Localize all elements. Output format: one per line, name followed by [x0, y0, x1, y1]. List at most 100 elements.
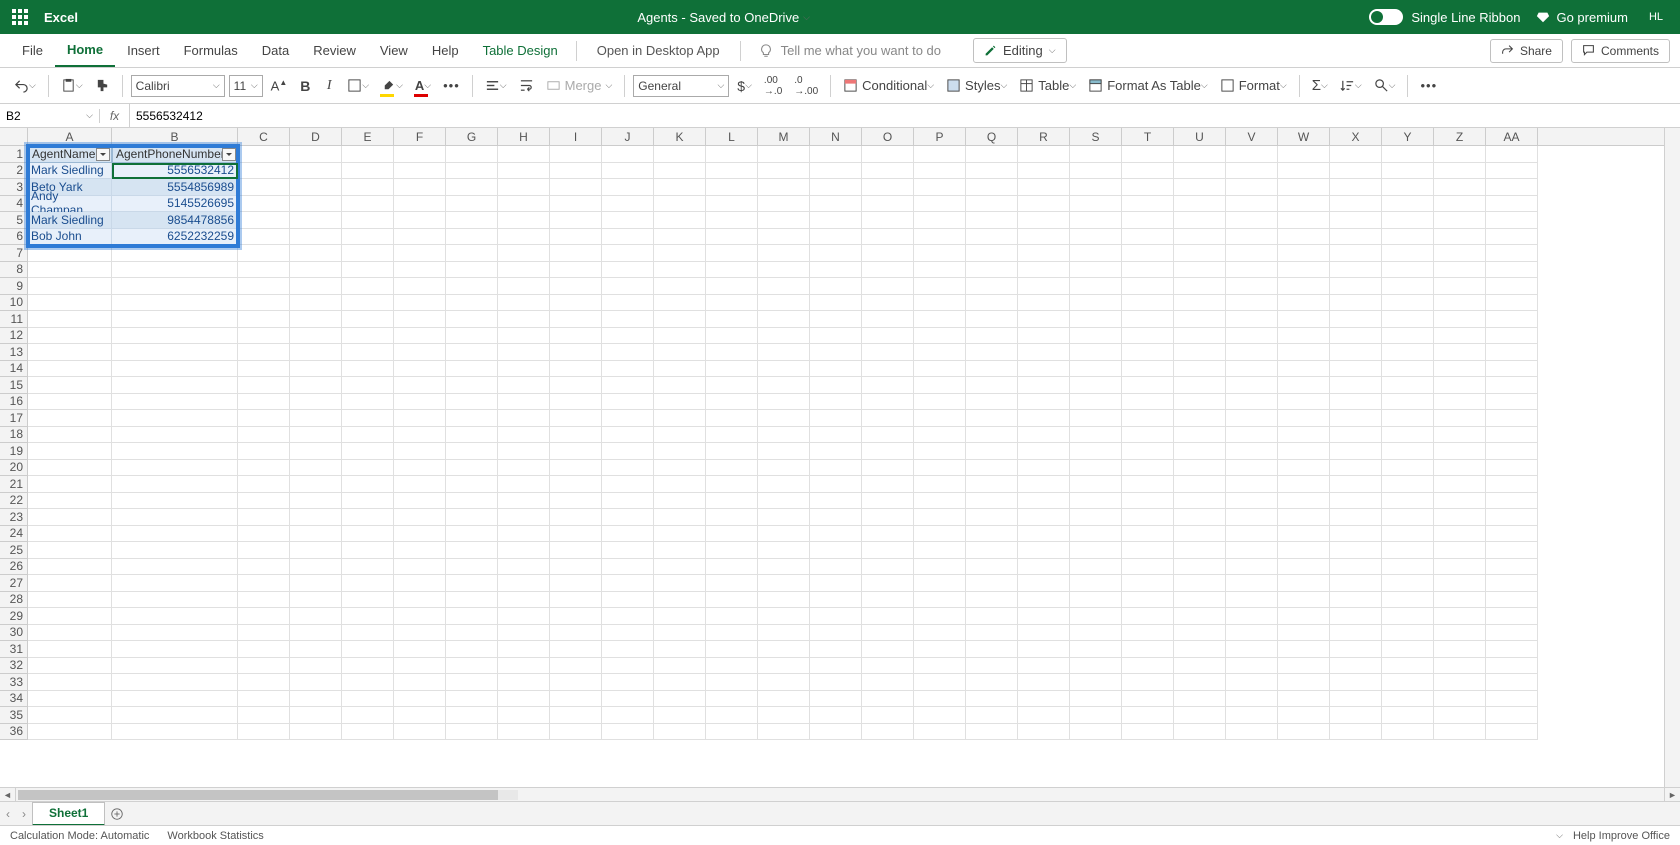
- cell[interactable]: [1122, 361, 1174, 378]
- cell[interactable]: [810, 361, 862, 378]
- cell[interactable]: [1070, 724, 1122, 741]
- cell[interactable]: [1174, 377, 1226, 394]
- cell[interactable]: [862, 674, 914, 691]
- cell[interactable]: [654, 542, 706, 559]
- cell[interactable]: [1486, 707, 1538, 724]
- cell[interactable]: [290, 311, 342, 328]
- cell[interactable]: [810, 559, 862, 576]
- cell[interactable]: [810, 328, 862, 345]
- cell[interactable]: [1278, 592, 1330, 609]
- cell[interactable]: [1486, 592, 1538, 609]
- cell[interactable]: [112, 361, 238, 378]
- cell[interactable]: [966, 344, 1018, 361]
- cell[interactable]: [810, 542, 862, 559]
- cell[interactable]: [706, 608, 758, 625]
- cell[interactable]: [1330, 245, 1382, 262]
- styles-button[interactable]: Styles⌵: [942, 73, 1011, 99]
- cell[interactable]: [810, 658, 862, 675]
- cell[interactable]: [1330, 394, 1382, 411]
- cell[interactable]: [1278, 245, 1330, 262]
- cell[interactable]: [1434, 658, 1486, 675]
- cell[interactable]: [342, 592, 394, 609]
- cell[interactable]: [602, 295, 654, 312]
- merge-button[interactable]: Merge⌵: [542, 73, 617, 99]
- cell[interactable]: [1018, 493, 1070, 510]
- cell[interactable]: [1122, 608, 1174, 625]
- cell[interactable]: [238, 691, 290, 708]
- cell[interactable]: [290, 295, 342, 312]
- cell[interactable]: [28, 427, 112, 444]
- cell[interactable]: [238, 328, 290, 345]
- cell[interactable]: [602, 361, 654, 378]
- cell[interactable]: [238, 641, 290, 658]
- cell[interactable]: [758, 559, 810, 576]
- cell[interactable]: [706, 394, 758, 411]
- cell[interactable]: [394, 443, 446, 460]
- cell[interactable]: [810, 509, 862, 526]
- cell[interactable]: [1018, 262, 1070, 279]
- cell[interactable]: [112, 641, 238, 658]
- cell[interactable]: [1174, 592, 1226, 609]
- cell[interactable]: [550, 179, 602, 196]
- cell[interactable]: [446, 229, 498, 246]
- cell[interactable]: [862, 328, 914, 345]
- cell[interactable]: [1122, 377, 1174, 394]
- cell[interactable]: [1330, 691, 1382, 708]
- cell[interactable]: [1434, 278, 1486, 295]
- comments-button[interactable]: Comments: [1571, 39, 1670, 63]
- cell[interactable]: [1226, 229, 1278, 246]
- cell[interactable]: [238, 559, 290, 576]
- cell[interactable]: [1174, 674, 1226, 691]
- cell[interactable]: [1486, 691, 1538, 708]
- cell[interactable]: [862, 229, 914, 246]
- cell[interactable]: [1330, 278, 1382, 295]
- table-cell[interactable]: Bob John: [28, 229, 112, 246]
- cell[interactable]: [394, 179, 446, 196]
- cell[interactable]: [1330, 724, 1382, 741]
- column-header[interactable]: S: [1070, 128, 1122, 145]
- cell[interactable]: [1486, 509, 1538, 526]
- cell[interactable]: [1382, 509, 1434, 526]
- cell[interactable]: [446, 658, 498, 675]
- cell[interactable]: [1070, 179, 1122, 196]
- cell[interactable]: [1278, 394, 1330, 411]
- cell[interactable]: [1486, 443, 1538, 460]
- cell[interactable]: [1018, 691, 1070, 708]
- cell[interactable]: [1070, 592, 1122, 609]
- column-header[interactable]: J: [602, 128, 654, 145]
- cell[interactable]: [446, 608, 498, 625]
- cell[interactable]: [238, 724, 290, 741]
- cell[interactable]: [758, 476, 810, 493]
- cell[interactable]: [446, 493, 498, 510]
- cell[interactable]: [1174, 229, 1226, 246]
- cell[interactable]: [1070, 295, 1122, 312]
- cell[interactable]: [1278, 509, 1330, 526]
- cell[interactable]: [1226, 278, 1278, 295]
- cell[interactable]: [862, 427, 914, 444]
- cell[interactable]: [602, 196, 654, 213]
- cell[interactable]: [706, 526, 758, 543]
- cell[interactable]: [1018, 394, 1070, 411]
- column-header[interactable]: B: [112, 128, 238, 145]
- cell[interactable]: [394, 724, 446, 741]
- cell[interactable]: [758, 674, 810, 691]
- cell[interactable]: [966, 427, 1018, 444]
- cell[interactable]: [550, 410, 602, 427]
- cell[interactable]: [1486, 427, 1538, 444]
- cell[interactable]: [914, 476, 966, 493]
- cell[interactable]: [1070, 526, 1122, 543]
- cell[interactable]: [238, 212, 290, 229]
- cell[interactable]: [758, 245, 810, 262]
- cell[interactable]: [1434, 295, 1486, 312]
- cell[interactable]: [1174, 394, 1226, 411]
- cell[interactable]: [28, 344, 112, 361]
- cell[interactable]: [446, 328, 498, 345]
- cell[interactable]: [758, 278, 810, 295]
- cell[interactable]: [550, 707, 602, 724]
- cell[interactable]: [602, 212, 654, 229]
- cell[interactable]: [1330, 443, 1382, 460]
- row-header[interactable]: 27: [0, 575, 27, 592]
- row-header[interactable]: 5: [0, 212, 27, 229]
- cell[interactable]: [1174, 212, 1226, 229]
- cell[interactable]: [1174, 146, 1226, 163]
